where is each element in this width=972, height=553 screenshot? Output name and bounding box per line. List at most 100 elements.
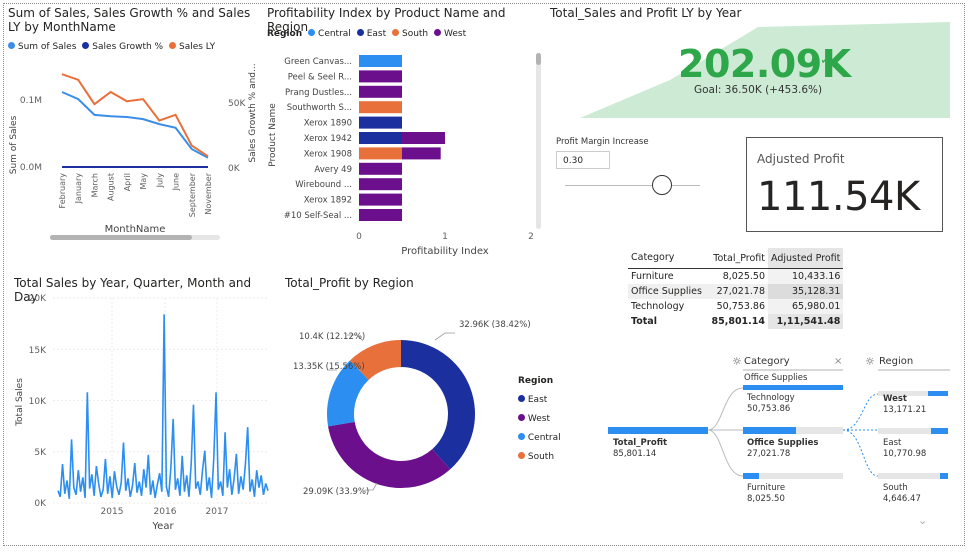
slicer-label: Profit Margin Increase (556, 137, 649, 147)
region-legend[interactable]: Region Central East South West (267, 29, 466, 39)
tree-connector (707, 429, 744, 477)
tree-root-bar[interactable] (608, 427, 708, 434)
y-tick-label: Xerox 1892 (304, 196, 352, 206)
bar[interactable] (359, 116, 402, 129)
legend-item-sum-of-sales[interactable]: Sum of Sales (8, 42, 76, 52)
legend-item-central[interactable]: Central (308, 29, 351, 39)
y-tick-label: 20K (29, 294, 47, 304)
table-header-cell[interactable]: Adjusted Profit (768, 248, 844, 269)
tree-header-region[interactable]: Region (879, 356, 913, 367)
y-tick-label: Xerox 1908 (304, 149, 352, 159)
bar[interactable] (359, 70, 402, 83)
bar[interactable] (359, 147, 402, 160)
card-label: Adjusted Profit (757, 152, 845, 166)
table-header-cell[interactable]: Total_Profit (706, 248, 768, 269)
y-left-tick-label: 0.1M (20, 96, 42, 106)
tree-node-track[interactable] (878, 473, 948, 479)
sales-growth-chart[interactable]: February January March August April May July Ju… (0, 55, 260, 245)
x-axis-title: Year (151, 521, 174, 532)
slicer-value-input[interactable]: 0.30 (556, 151, 610, 169)
chevron-down-icon[interactable]: ⌄ (918, 514, 927, 527)
table-row: Technology 50,753.86 65,980.01 (628, 299, 844, 314)
slider-handle[interactable] (652, 175, 672, 195)
x-tick-label: 2016 (154, 507, 177, 517)
bar[interactable] (402, 147, 441, 160)
bar[interactable] (359, 55, 402, 67)
x-tick-label: 2 (528, 232, 534, 242)
x-tick-label: 1 (442, 232, 448, 242)
total-sales-line-chart[interactable]: Total Sales 20K 15K 10K 5K 0K 2015 2016 … (8, 292, 273, 537)
table-cell: 1,11,541.48 (768, 314, 844, 329)
tree-connector-active (842, 429, 879, 477)
tree-node-label: Technology (746, 393, 795, 403)
x-axis-title: MonthName (105, 224, 166, 235)
tree-node-value: 50,753.86 (747, 404, 790, 414)
y-tick-label: Peel & Seel R... (288, 72, 352, 82)
tree-node-bar-technology[interactable] (743, 385, 843, 390)
tree-node-bar-south[interactable] (940, 473, 948, 479)
bar[interactable] (359, 162, 402, 175)
legend-item-sales-growth[interactable]: Sales Growth % (82, 42, 163, 52)
x-tick-label: January (74, 173, 83, 205)
vertical-scrollbar-track[interactable] (536, 53, 541, 229)
bar[interactable] (359, 209, 402, 221)
legend-item-sales-ly[interactable]: Sales LY (169, 42, 215, 52)
lightbulb-icon[interactable]: ☼ (732, 355, 742, 368)
table-header-cell[interactable]: Category (628, 248, 706, 269)
sales-growth-legend[interactable]: Sum of Sales Sales Growth % Sales LY (8, 42, 215, 52)
tree-node-label: South (883, 483, 908, 493)
bar[interactable] (359, 178, 402, 191)
sales-growth-chart-title: Sum of Sales, Sales Growth % and Sales L… (8, 6, 251, 34)
check-icon: ✓ (820, 53, 831, 68)
slice-label-west: 29.09K (33.9%) (303, 487, 369, 497)
donut-legend[interactable]: Region East West Central South (518, 372, 561, 467)
tree-node-value: 8,025.50 (747, 494, 785, 504)
tree-node-bar-office-supplies[interactable] (743, 427, 796, 434)
legend-title: Region (518, 376, 554, 386)
bar[interactable] (359, 101, 402, 114)
kpi-goal: Goal: 36.50K (+453.6%) (694, 84, 823, 96)
bar[interactable] (359, 132, 402, 144)
table-row: Furniture 8,025.50 10,433.16 (628, 268, 844, 284)
x-tick-label: November (204, 172, 213, 214)
adjusted-profit-card: Adjusted Profit 111.54K (746, 137, 943, 232)
slider-track[interactable] (565, 185, 700, 186)
slice-label-east: 32.96K (38.42%) (459, 320, 531, 330)
donut-slice-west[interactable] (328, 421, 451, 488)
series-line[interactable] (61, 73, 209, 158)
horizontal-scrollbar-thumb[interactable] (50, 235, 192, 240)
vertical-scrollbar-thumb[interactable] (536, 53, 541, 65)
legend-item-west[interactable]: West (518, 410, 561, 429)
table-cell: Total (631, 316, 657, 327)
y-tick-label: 0K (34, 499, 47, 509)
table-header-row: Category Total_Profit Adjusted Profit (628, 248, 844, 269)
y-tick-label: 5K (34, 448, 47, 458)
bar[interactable] (359, 85, 402, 98)
table-cell: Technology (631, 301, 685, 312)
tree-node-bar-east[interactable] (931, 428, 948, 434)
legend-item-central[interactable]: Central (518, 429, 561, 448)
x-tick-label: 2015 (101, 507, 124, 517)
series-line[interactable] (61, 91, 209, 159)
legend-item-south[interactable]: South (392, 29, 428, 39)
y-tick-label: Avery 49 (314, 165, 352, 175)
y-tick-label: Prang Dustles... (285, 88, 352, 98)
bar[interactable] (402, 132, 445, 144)
lightbulb-icon[interactable]: ☼ (865, 355, 875, 368)
donut-slice-east[interactable] (401, 340, 476, 470)
profitability-bar-chart[interactable]: Green Canvas... Peel & Seel R... Prang Dus… (262, 45, 547, 260)
tree-node-bar-furniture[interactable] (743, 473, 759, 479)
tree-header-category[interactable]: Category (744, 356, 790, 367)
legend-item-east[interactable]: East (356, 29, 386, 39)
legend-item-west[interactable]: West (434, 29, 466, 39)
x-tick-label: August (107, 173, 116, 201)
y-tick-label: Xerox 1942 (304, 134, 352, 144)
decomposition-tree[interactable]: ☼ Category × Office Supplies ☼ Region To… (605, 350, 955, 540)
bar[interactable] (359, 193, 402, 206)
series-line[interactable] (57, 314, 269, 499)
legend-item-south[interactable]: South (518, 448, 561, 467)
close-icon[interactable]: × (834, 356, 842, 367)
tree-node-bar-west[interactable] (928, 391, 948, 396)
legend-item-east[interactable]: East (518, 391, 561, 410)
y-tick-label: #10 Self-Seal ... (284, 211, 352, 221)
